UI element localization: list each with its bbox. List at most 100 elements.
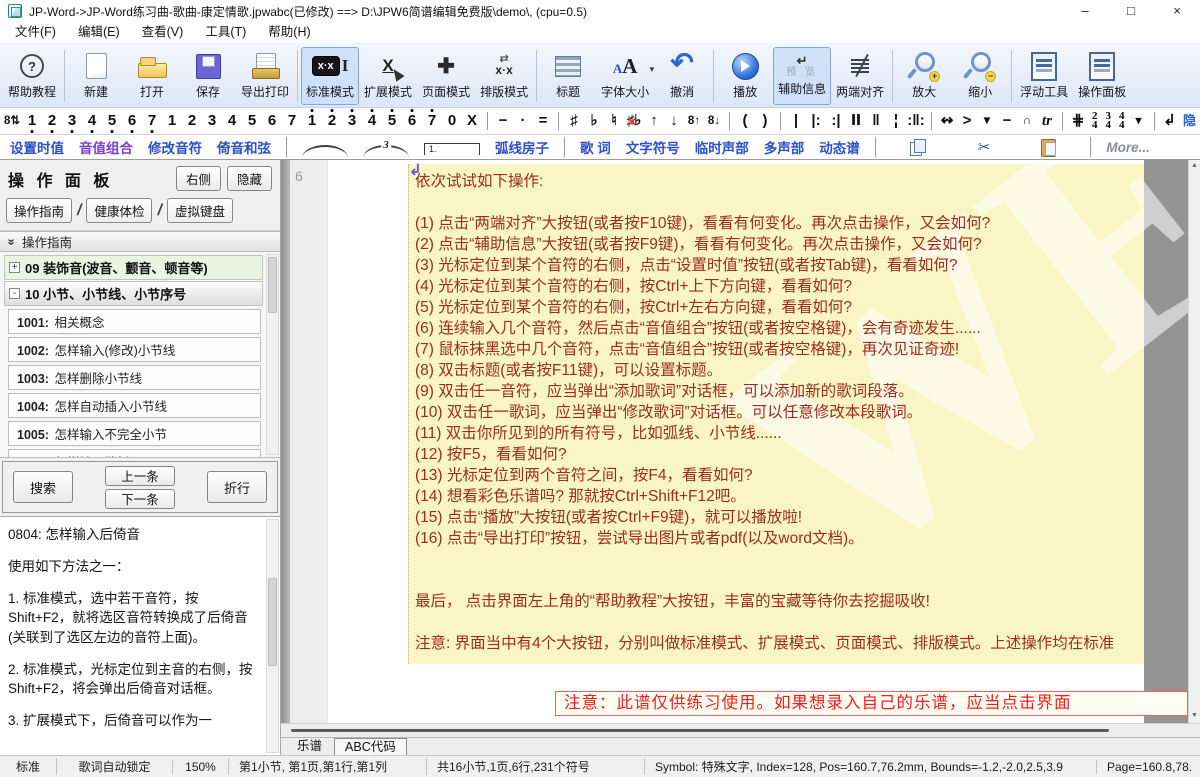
time-signature-button[interactable]: 44 xyxy=(1119,112,1125,131)
tree-item[interactable]: 1006: 怎样输入散板 xyxy=(8,449,261,458)
music-symbol-button[interactable]: ↭ xyxy=(937,108,957,134)
music-symbol-button[interactable]: 2 xyxy=(42,108,62,134)
expand-icon[interactable]: - xyxy=(9,288,20,299)
music-symbol-button[interactable]: 4 xyxy=(362,108,382,134)
panel-tab[interactable]: 健康体检 xyxy=(86,198,152,223)
music-symbol-button[interactable]: :‖: xyxy=(906,108,926,134)
volta-bracket-icon[interactable]: 1. xyxy=(424,143,480,155)
export-button[interactable]: 导出打印 xyxy=(236,47,294,105)
music-symbol-button[interactable]: 4 xyxy=(222,108,242,134)
menu-item[interactable]: 文件(F) xyxy=(4,22,67,43)
symbol-button[interactable]: 倚音和弦 xyxy=(217,137,271,157)
music-symbol-button[interactable]: 6 xyxy=(122,108,142,134)
open-button[interactable]: 打开 xyxy=(124,47,180,105)
music-symbol-button[interactable]: 6 xyxy=(262,108,282,134)
panel-button[interactable]: 操作面板 xyxy=(1073,47,1131,105)
zoomout-button[interactable]: −缩小 xyxy=(952,47,1008,105)
symbol-button[interactable]: 歌 词 xyxy=(580,137,611,157)
scroll-down-icon[interactable]: ▼ xyxy=(1191,712,1198,719)
symbol-button[interactable]: 音值组合 xyxy=(79,137,133,157)
music-symbol-button[interactable]: 1 xyxy=(162,108,182,134)
close-button[interactable]: × xyxy=(1154,0,1200,22)
time-signature-button[interactable]: 24 xyxy=(1092,112,1098,131)
tree-item[interactable]: 1003: 怎样删除小节线 xyxy=(8,365,261,390)
music-symbol-button[interactable]: 2 xyxy=(182,108,202,134)
music-symbol-button[interactable]: 0 xyxy=(442,108,462,134)
music-symbol-button[interactable]: 5 xyxy=(102,108,122,134)
music-symbol-button[interactable]: ♯ xyxy=(564,108,584,134)
symbol-button[interactable]: 文字符号 xyxy=(626,137,680,157)
symbol-button[interactable]: 临时声部 xyxy=(695,137,749,157)
tree-item[interactable]: 1001: 相关概念 xyxy=(8,309,261,334)
zoomin-button[interactable]: +放大 xyxy=(896,47,952,105)
music-symbol-button[interactable]: 8↑ xyxy=(684,108,704,134)
music-symbol-button[interactable]: ↑ xyxy=(644,108,664,134)
help-scroll-thumb[interactable] xyxy=(268,578,277,666)
vertical-scrollbar[interactable]: ▲ ▼ xyxy=(1188,160,1200,723)
music-symbol-button[interactable]: ↲ xyxy=(1160,108,1180,134)
play-button[interactable]: 播放 xyxy=(717,47,773,105)
wrap-lines-button[interactable]: 折行 xyxy=(207,471,267,503)
layout-button[interactable]: 排版模式 xyxy=(475,47,533,105)
music-symbol-button[interactable]: | xyxy=(786,108,806,134)
slur-icon[interactable] xyxy=(302,145,348,158)
music-symbol-button[interactable]: 7 xyxy=(142,108,162,134)
dock-right-button[interactable]: 右侧 xyxy=(176,166,221,191)
paste-icon[interactable] xyxy=(1041,138,1057,157)
symbol-button[interactable]: More... xyxy=(1106,140,1150,155)
music-symbol-button[interactable]: 4 xyxy=(82,108,102,134)
music-symbol-button[interactable]: 隐 xyxy=(1180,108,1200,134)
music-symbol-button[interactable]: 6 xyxy=(402,108,422,134)
symbol-button[interactable]: 弧线房子 xyxy=(495,137,549,157)
tree-scroll-thumb[interactable] xyxy=(268,257,277,313)
panel-splitter[interactable] xyxy=(281,160,290,723)
music-symbol-button[interactable]: > xyxy=(957,108,977,134)
scroll-up-icon[interactable]: ▲ xyxy=(1191,162,1198,169)
font-button[interactable]: 字体大小▾ xyxy=(596,47,654,105)
music-symbol-button[interactable]: 5 xyxy=(382,108,402,134)
music-symbol-button[interactable]: = xyxy=(533,108,553,134)
music-symbol-button[interactable]: 5 xyxy=(242,108,262,134)
triplet-icon[interactable]: 3 xyxy=(363,145,409,158)
view-tab[interactable]: ABC代码 xyxy=(334,738,407,755)
music-symbol-button[interactable]: 2 xyxy=(322,108,342,134)
music-symbol-button[interactable]: ( xyxy=(735,108,755,134)
music-symbol-button[interactable]: ♯♭✕ xyxy=(624,108,644,134)
next-item-button[interactable]: 下一条 xyxy=(105,489,175,509)
music-symbol-button[interactable]: ∩ xyxy=(1017,108,1037,134)
music-symbol-button[interactable]: 1 xyxy=(302,108,322,134)
tree-scrollbar[interactable] xyxy=(266,254,279,455)
tree-category[interactable]: +09 装饰音(波音、颤音、顿音等) xyxy=(4,255,263,280)
music-symbol-button[interactable]: 1 xyxy=(22,108,42,134)
float-button[interactable]: 浮动工具 xyxy=(1015,47,1073,105)
music-symbol-button[interactable]: 3 xyxy=(62,108,82,134)
justify-button[interactable]: 两端对齐 xyxy=(831,47,889,105)
score-view[interactable]: 6 WFree 依次试试如下操作: (1) 点击“两端对齐”大按钮(或者按F10… xyxy=(281,160,1200,723)
music-symbol-button[interactable]: ) xyxy=(755,108,775,134)
cut-icon[interactable] xyxy=(978,138,991,156)
time-signature-button[interactable]: 34 xyxy=(1106,112,1112,131)
save-button[interactable]: 保存 xyxy=(180,47,236,105)
music-symbol-button[interactable]: 8⇅ xyxy=(2,108,22,134)
music-symbol-button[interactable]: ♭ xyxy=(584,108,604,134)
symbol-button[interactable]: 多声部 xyxy=(764,137,805,157)
music-symbol-button[interactable]: 7 xyxy=(282,108,302,134)
search-button[interactable]: 搜索 xyxy=(13,471,73,503)
music-symbol-button[interactable]: ▼ xyxy=(977,108,997,134)
menu-item[interactable]: 查看(V) xyxy=(131,22,195,43)
tree-item[interactable]: 1005: 怎样输入不完全小节 xyxy=(8,421,261,446)
guide-section-header[interactable]: » 操作指南 xyxy=(0,231,280,252)
music-symbol-button[interactable]: − xyxy=(997,108,1017,134)
previous-item-button[interactable]: 上一条 xyxy=(105,466,175,486)
music-symbol-button[interactable]: |: xyxy=(806,108,826,134)
music-symbol-button[interactable]: − xyxy=(493,108,513,134)
std-button[interactable]: 标准模式 xyxy=(301,47,359,105)
music-symbol-button[interactable]: 3 xyxy=(202,108,222,134)
menu-item[interactable]: 编辑(E) xyxy=(67,22,131,43)
new-button[interactable]: 新建 xyxy=(68,47,124,105)
symbol-button[interactable]: 修改音符 xyxy=(148,137,202,157)
music-symbol-button[interactable]: ♮ xyxy=(604,108,624,134)
horizontal-scrollbar[interactable] xyxy=(281,723,1200,737)
assist-button[interactable]: 预 览辅助信息 xyxy=(773,47,831,105)
menu-item[interactable]: 工具(T) xyxy=(194,22,257,43)
